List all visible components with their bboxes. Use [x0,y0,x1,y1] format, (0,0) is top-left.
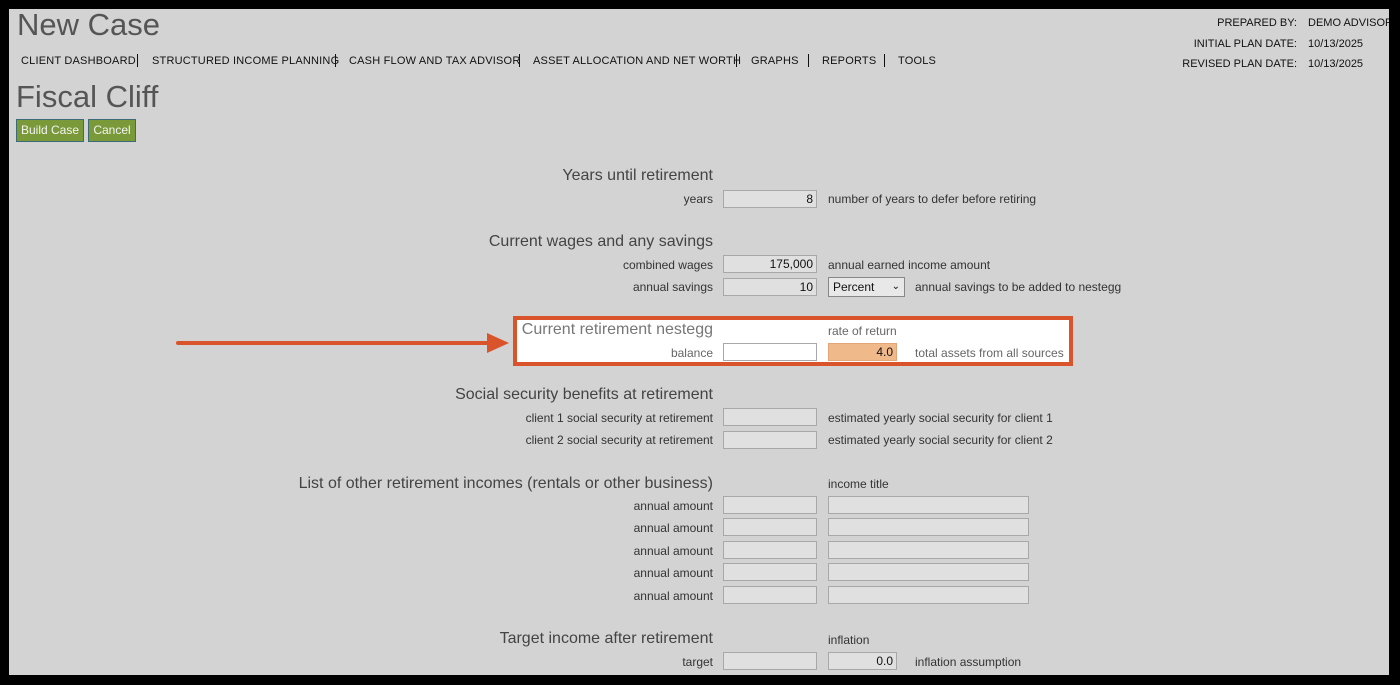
nav-separator [335,54,336,67]
social-security-section-title: Social security benefits at retirement [455,386,713,403]
balance-input[interactable] [723,343,817,361]
other-income-amount-input[interactable] [723,541,817,559]
other-income-title-input[interactable] [828,541,1029,559]
nav-separator [808,54,809,67]
other-income-amount-input[interactable] [723,563,817,581]
other-income-amount-label: annual amount [633,521,713,535]
client2-ss-label: client 2 social security at retirement [525,433,713,447]
other-income-section-title: List of other retirement incomes (rental… [298,475,713,492]
years-section-title: Years until retirement [562,167,713,184]
nav-reports[interactable]: REPORTS [822,55,876,67]
nav-tools[interactable]: TOOLS [898,55,936,67]
revised-plan-date-label: REVISED PLAN DATE: [1182,58,1297,70]
revised-plan-date-value: 10/13/2025 [1308,58,1364,70]
client2-ss-description: estimated yearly social security for cli… [828,433,1053,447]
inflation-header: inflation [828,633,870,647]
other-income-amount-label: annual amount [633,499,713,513]
arrow-right-icon [176,333,509,353]
savings-unit-value: Percent [833,280,875,294]
initial-plan-date-value: 10/13/2025 [1308,38,1364,50]
other-income-title-input[interactable] [828,586,1029,604]
other-income-title-input[interactable] [828,518,1029,536]
other-income-amount-label: annual amount [633,566,713,580]
inflation-input[interactable]: 0.0 [828,652,897,670]
nestegg-section-title: Current retirement nestegg [521,321,713,338]
other-income-amount-input[interactable] [723,496,817,514]
balance-label: balance [670,346,713,360]
nav-separator [884,54,885,67]
years-description: number of years to defer before retiring [828,192,1037,206]
other-income-amount-input[interactable] [723,518,817,536]
chevron-down-icon: ⌄ [891,281,900,292]
target-income-section-title: Target income after retirement [499,630,713,647]
annual-savings-label: annual savings [632,280,713,294]
combined-wages-input[interactable]: 175,000 [723,255,817,273]
combined-wages-label: combined wages [622,258,713,272]
wages-section-title: Current wages and any savings [488,233,713,250]
nestegg-description: total assets from all sources [915,346,1064,360]
combined-wages-description: annual earned income amount [828,258,991,272]
nav-separator [736,54,737,67]
annual-savings-input[interactable]: 10 [723,278,817,296]
inflation-description: inflation assumption [915,655,1022,669]
savings-unit-select[interactable]: Percent ⌄ [828,277,905,297]
years-label: years [683,192,713,206]
client1-ss-input[interactable] [723,408,817,426]
client1-ss-description: estimated yearly social security for cli… [828,411,1053,425]
target-label: target [682,655,713,669]
app-title: New Case [17,9,160,42]
other-income-amount-input[interactable] [723,586,817,604]
annual-savings-description: annual savings to be added to nestegg [915,280,1122,294]
other-income-amount-label: annual amount [633,544,713,558]
years-input[interactable]: 8 [723,190,817,208]
client2-ss-input[interactable] [723,431,817,449]
initial-plan-date-label: INITIAL PLAN DATE: [1193,38,1297,50]
client1-ss-label: client 1 social security at retirement [525,411,713,425]
other-income-title-input[interactable] [828,563,1029,581]
cancel-button[interactable]: Cancel [88,119,136,142]
other-income-amount-label: annual amount [633,589,713,603]
nav-cash-flow-tax-advisor[interactable]: CASH FLOW AND TAX ADVISOR [349,55,520,67]
page-title: Fiscal Cliff [16,79,159,114]
prepared-by-label: PREPARED BY: [1217,17,1297,29]
nav-separator [519,54,520,67]
nav-asset-allocation-net-worth[interactable]: ASSET ALLOCATION AND NET WORTH [533,55,741,67]
target-input[interactable] [723,652,817,670]
rate-of-return-header: rate of return [828,324,897,338]
nav-client-dashboard[interactable]: CLIENT DASHBOARD [21,55,136,67]
build-case-button[interactable]: Build Case [16,119,84,142]
nav-separator [137,54,138,67]
other-income-title-input[interactable] [828,496,1029,514]
income-title-header: income title [828,477,889,491]
nav-structured-income-planning[interactable]: STRUCTURED INCOME PLANNING [152,55,339,67]
prepared-by-value: DEMO ADVISOR [1308,17,1389,29]
nav-graphs[interactable]: GRAPHS [751,55,799,67]
rate-of-return-input[interactable]: 4.0 [828,343,897,361]
app-frame: New Case CLIENT DASHBOARD STRUCTURED INC… [9,9,1389,675]
